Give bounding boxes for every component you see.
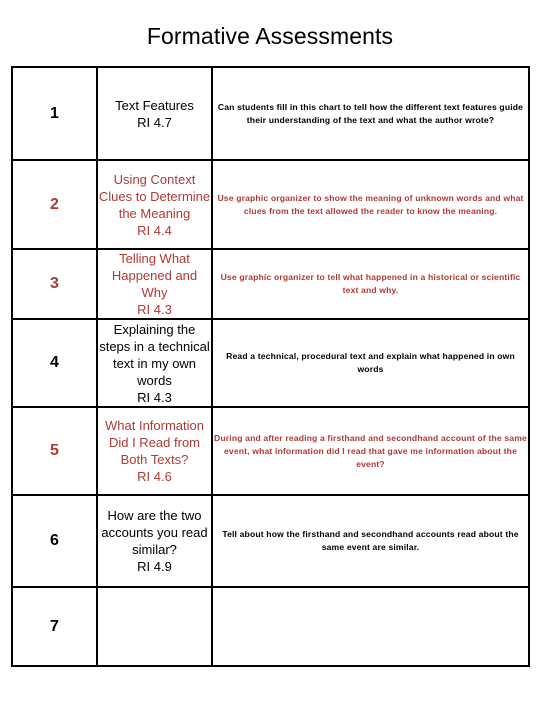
row-number-cell: 7	[11, 586, 98, 667]
row-topic-cell: Telling What Happened and Why RI 4.3	[96, 248, 213, 320]
row-topic-cell: What Information Did I Read from Both Te…	[96, 406, 213, 496]
row-description-cell: Read a technical, procedural text and ex…	[211, 318, 530, 408]
table-body: 1 Text Features RI 4.7 Can students fill …	[11, 66, 530, 667]
table-row: 2 Using Context Clues to Determine the M…	[11, 159, 530, 250]
row-number-cell: 2	[11, 159, 98, 250]
formative-assessments-table: 1 Text Features RI 4.7 Can students fill …	[11, 66, 530, 667]
row-topic-cell	[96, 586, 213, 667]
row-description-cell: Tell about how the firsthand and secondh…	[211, 494, 530, 588]
row-number-cell: 1	[11, 66, 98, 161]
table-row: 7	[11, 586, 530, 667]
page-title: Formative Assessments	[146, 23, 394, 49]
table-row: 1 Text Features RI 4.7 Can students fill …	[11, 66, 530, 161]
table-row: 6 How are the two accounts you read simi…	[11, 494, 530, 588]
table-row: 3 Telling What Happened and Why RI 4.3 Us…	[11, 248, 530, 320]
row-number-cell: 5	[11, 406, 98, 496]
row-number-cell: 3	[11, 248, 98, 320]
row-number-cell: 4	[11, 318, 98, 408]
row-description-cell	[211, 586, 530, 667]
row-topic-cell: Using Context Clues to Determine the Mea…	[96, 159, 213, 250]
row-description-cell: Use graphic organizer to show the meanin…	[211, 159, 530, 250]
row-description-cell: Can students fill in this chart to tell …	[211, 66, 530, 161]
row-topic-cell: Explaining the steps in a technical text…	[96, 318, 213, 408]
table-row: 4 Explaining the steps in a technical te…	[11, 318, 530, 408]
row-number-cell: 6	[11, 494, 98, 588]
row-description-cell: During and after reading a firsthand and…	[211, 406, 530, 496]
row-topic-cell: Text Features RI 4.7	[96, 66, 213, 161]
row-description-cell: Use graphic organizer to tell what happe…	[211, 248, 530, 320]
row-topic-cell: How are the two accounts you read simila…	[96, 494, 213, 588]
table-row: 5 What Information Did I Read from Both …	[11, 406, 530, 496]
